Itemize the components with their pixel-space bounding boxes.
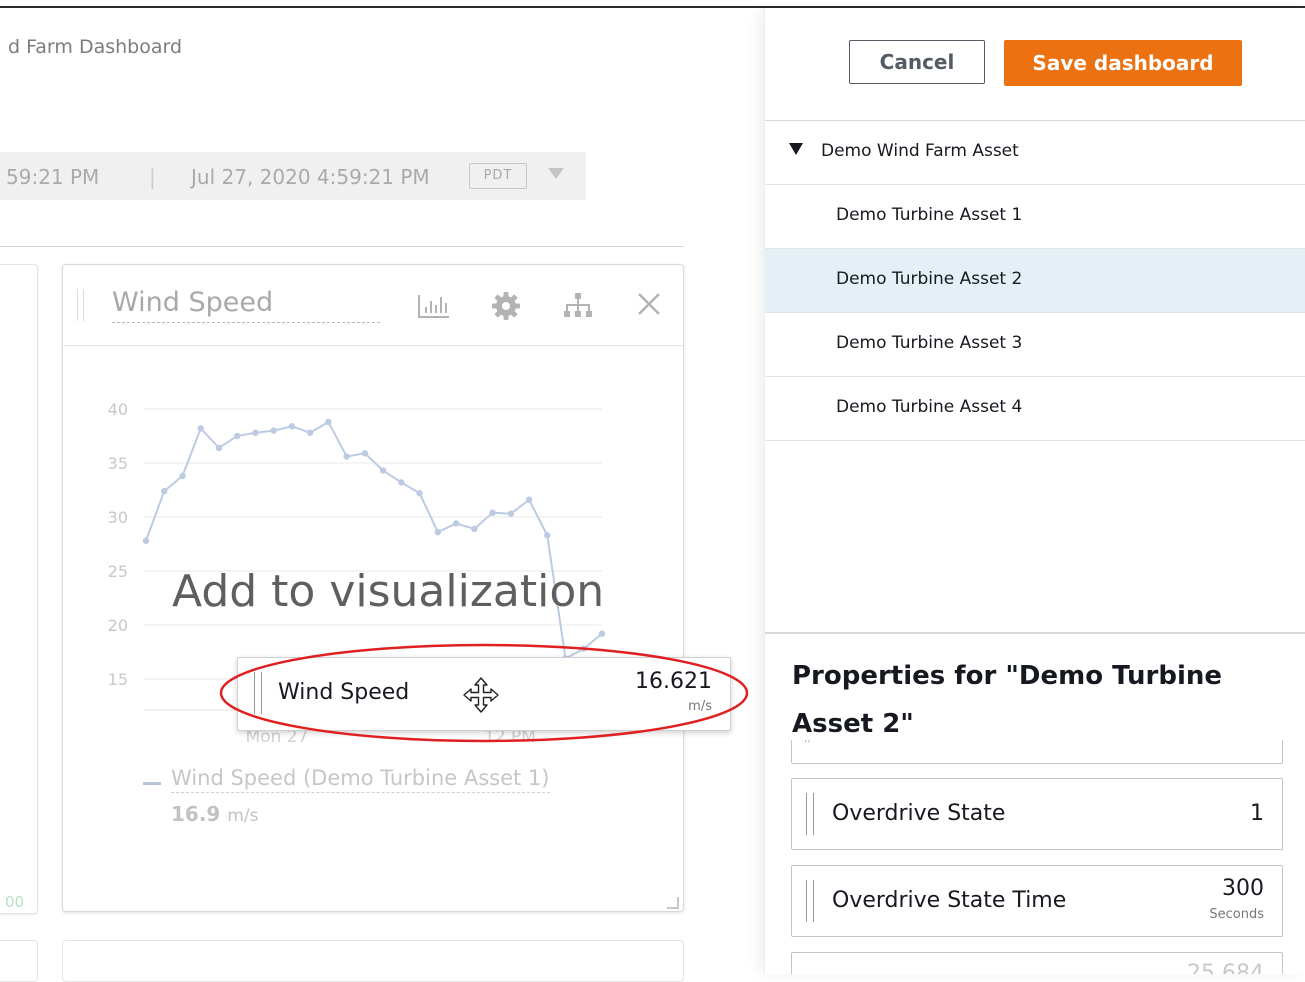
widget-header: Wind Speed	[63, 265, 683, 346]
cancel-button[interactable]: Cancel	[849, 40, 985, 84]
property-card-overdrive-state[interactable]: Overdrive State 1	[791, 778, 1283, 850]
series-line	[145, 420, 603, 661]
tree-item-label: Demo Turbine Asset 1	[836, 205, 1023, 225]
tree-item-demo-turbine-asset-3[interactable]: Demo Turbine Asset 3	[765, 313, 1305, 377]
data-point	[544, 532, 551, 539]
widget-card-partial: 00	[0, 264, 38, 914]
tree-item-demo-turbine-asset-1[interactable]: Demo Turbine Asset 1	[765, 185, 1305, 249]
property-card-partial[interactable]: 25.684	[791, 952, 1283, 974]
data-point	[234, 432, 241, 440]
bar-chart-icon[interactable]	[416, 289, 452, 323]
property-value: 300	[1222, 876, 1264, 901]
widget-card-partial-bottom	[62, 940, 684, 982]
widget-card-partial-bottom-left	[0, 940, 38, 982]
time-range-picker[interactable]: 59:21 PM | Jul 27, 2020 4:59:21 PM PDT	[0, 152, 586, 200]
property-card-partial[interactable]: ''	[791, 740, 1283, 764]
data-point	[306, 429, 314, 436]
time-range-end: Jul 27, 2020 4:59:21 PM	[191, 165, 430, 189]
properties-list: '' Overdrive State 1 Overdrive State Tim…	[765, 740, 1305, 974]
property-value: 25.684	[1187, 961, 1264, 974]
y-tick-label: 30	[108, 508, 128, 527]
data-point	[398, 479, 405, 486]
timezone-badge: PDT	[469, 163, 527, 189]
hierarchy-icon[interactable]	[560, 289, 596, 323]
highlight-ellipse	[219, 643, 749, 743]
data-point	[142, 537, 150, 544]
data-point	[489, 509, 496, 516]
divider	[765, 632, 1305, 634]
highlight-ellipse-outline	[219, 643, 749, 743]
legend-swatch	[143, 782, 161, 785]
property-label: Overdrive State	[832, 801, 1006, 826]
property-unit: Seconds	[1209, 907, 1264, 922]
y-tick-label: 25	[108, 562, 128, 581]
data-point	[288, 423, 296, 430]
widget-resize-handle[interactable]	[667, 897, 679, 909]
data-point	[416, 490, 423, 497]
chevron-down-icon[interactable]	[548, 168, 564, 179]
property-drag-handle[interactable]	[806, 793, 814, 835]
data-point	[525, 496, 533, 503]
tree-item-demo-wind-farm-asset[interactable]: Demo Wind Farm Asset	[765, 121, 1305, 185]
property-drag-handle[interactable]	[806, 880, 814, 922]
data-point	[507, 510, 514, 517]
asset-properties-panel: Cancel Save dashboard Demo Wind Farm Ass…	[764, 8, 1305, 974]
time-range-start: 59:21 PM	[6, 165, 100, 189]
tree-item-label: Demo Turbine Asset 2	[836, 269, 1023, 289]
property-value: 1	[1250, 801, 1264, 826]
legend-value-number: 16.9	[171, 802, 221, 826]
tree-item-demo-turbine-asset-2[interactable]: Demo Turbine Asset 2	[765, 249, 1305, 313]
y-tick-label: 40	[108, 400, 128, 419]
data-point	[598, 630, 606, 637]
data-point	[197, 425, 204, 432]
property-label: Overdrive State Time	[832, 888, 1067, 913]
data-point	[379, 467, 387, 474]
y-tick-label: 20	[108, 616, 128, 635]
tree-item-label: Demo Turbine Asset 3	[836, 333, 1023, 353]
data-point	[452, 520, 460, 527]
save-dashboard-button[interactable]: Save dashboard	[1004, 40, 1242, 86]
data-point	[270, 427, 277, 434]
gear-icon[interactable]	[488, 289, 524, 323]
caret-down-icon[interactable]	[789, 143, 803, 155]
y-tick-label: 15	[108, 670, 128, 689]
widget-drag-handle[interactable]	[77, 289, 84, 321]
tree-item-demo-turbine-asset-4[interactable]: Demo Turbine Asset 4	[765, 377, 1305, 441]
tree-item-label: Demo Wind Farm Asset	[821, 141, 1019, 161]
tree-item-label: Demo Turbine Asset 4	[836, 397, 1023, 417]
data-point	[252, 429, 259, 436]
time-range-separator: |	[149, 165, 156, 189]
data-point	[325, 418, 332, 426]
data-point	[179, 472, 186, 480]
divider	[0, 246, 684, 247]
data-point	[434, 528, 442, 536]
data-point	[161, 487, 168, 495]
property-card-overdrive-state-time[interactable]: Overdrive State Time 300 Seconds	[791, 865, 1283, 937]
page-title: d Farm Dashboard	[8, 36, 183, 58]
legend-value-unit: m/s	[227, 806, 259, 826]
partial-card-value: 00	[5, 893, 25, 911]
data-point	[343, 453, 350, 460]
close-icon[interactable]	[631, 289, 667, 323]
y-tick-label: 35	[108, 454, 128, 473]
data-point	[215, 444, 223, 452]
legend-latest-value: 16.9 m/s	[171, 802, 258, 826]
data-point	[471, 525, 478, 533]
legend-series-name[interactable]: Wind Speed (Demo Turbine Asset 1)	[171, 766, 550, 793]
properties-title: Properties for "Demo Turbine Asset 2"	[792, 661, 1223, 739]
property-fragment: ''	[804, 740, 811, 751]
data-point	[361, 450, 369, 457]
widget-title[interactable]: Wind Speed	[112, 287, 380, 323]
drop-hint: Add to visualization	[172, 566, 605, 617]
